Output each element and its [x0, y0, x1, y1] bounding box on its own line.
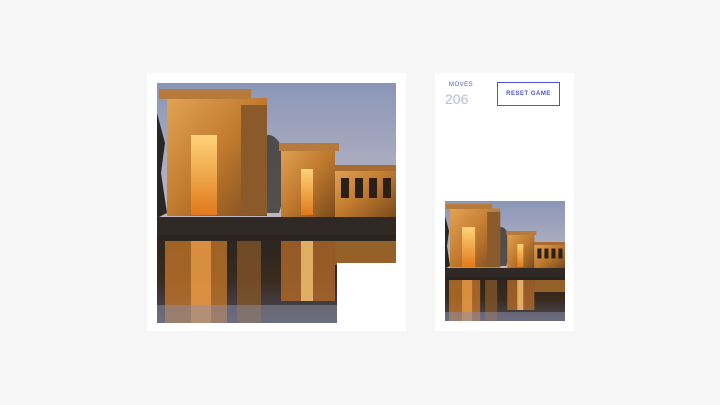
puzzle-tile[interactable]	[217, 83, 277, 143]
puzzle-tile[interactable]	[337, 83, 396, 143]
solution-preview-image	[445, 201, 565, 321]
puzzle-tile[interactable]	[157, 203, 217, 263]
empty-tile-slot	[337, 263, 396, 323]
game-info-panel: MOVES 206 RESET GAME	[435, 73, 574, 331]
puzzle-tile[interactable]	[157, 83, 217, 143]
puzzle-grid	[157, 83, 396, 323]
puzzle-tile[interactable]	[157, 143, 217, 203]
puzzle-tile[interactable]	[217, 143, 277, 203]
puzzle-tile[interactable]	[337, 203, 396, 263]
moves-counter: 206	[445, 91, 469, 107]
puzzle-tile[interactable]	[337, 143, 396, 203]
reset-game-button[interactable]: RESET GAME	[497, 82, 560, 106]
puzzle-tile[interactable]	[157, 263, 217, 323]
moves-label: MOVES	[449, 82, 474, 88]
puzzle-tile[interactable]	[277, 83, 337, 143]
puzzle-board-card	[147, 73, 406, 331]
puzzle-tile[interactable]	[217, 263, 277, 323]
puzzle-tile[interactable]	[277, 263, 337, 323]
puzzle-tile[interactable]	[277, 203, 337, 263]
puzzle-tile[interactable]	[277, 143, 337, 203]
puzzle-tile[interactable]	[217, 203, 277, 263]
